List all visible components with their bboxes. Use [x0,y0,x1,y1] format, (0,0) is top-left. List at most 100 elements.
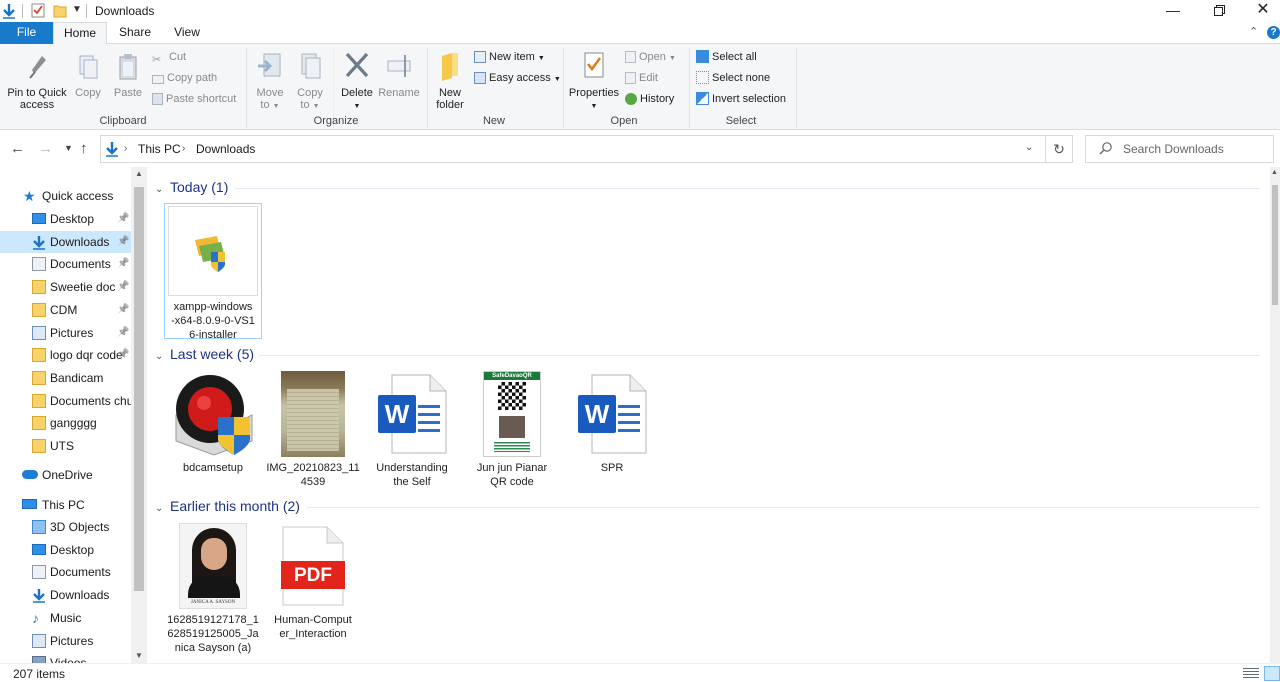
forward-arrow-icon[interactable]: → [38,140,53,157]
scroll-up-icon[interactable]: ▲ [135,169,143,178]
paste-button[interactable]: Paste [110,48,146,99]
nav-item-desktop[interactable]: Desktop [0,539,131,561]
file-name: Understanding the Self [376,462,448,488]
nav-item-sweetie-doc[interactable]: Sweetie doc 📌 [0,276,131,298]
move-to-button[interactable]: Move to ▼ [252,48,288,113]
details-view-icon[interactable] [1243,668,1259,679]
nav-item-3d-objects[interactable]: 3D Objects [0,516,131,538]
pin-to-quick-access-button[interactable]: Pin to Quick access [4,48,70,111]
close-button[interactable]: ✕ [1240,0,1280,22]
breadcrumb-downloads[interactable]: Downloads [196,142,255,156]
cut-button[interactable]: ✂ Cut [152,48,186,66]
divider [259,355,1260,356]
new-folder-quick-icon[interactable] [53,3,67,21]
breadcrumb-separator-icon[interactable]: › [124,143,127,154]
file-item-understanding-the-self[interactable]: W Understanding the Self [363,371,461,491]
nav-item-bandicam[interactable]: Bandicam [0,367,131,389]
file-item-human-computer-interaction[interactable]: PDF Human-Comput er_Interaction [264,523,362,643]
tab-home[interactable]: Home [53,22,107,45]
nav-item-music[interactable]: ♪ Music [0,607,131,629]
file-item-janica-sayson[interactable]: JANICA A. SAYSON 1628519127178_1 62851912… [164,523,262,659]
svg-text:W: W [385,399,410,429]
file-item-spr[interactable]: W SPR [563,371,661,491]
address-bar[interactable]: › This PC › Downloads ⌄ [100,135,1046,163]
edit-button[interactable]: Edit [625,69,658,87]
nav-item-cdm[interactable]: CDM 📌 [0,299,131,321]
rename-button[interactable]: Rename [378,48,420,99]
file-item-img-20210823[interactable]: IMG_20210823_11 4539 [264,371,362,491]
new-folder-button[interactable]: New folder [432,48,468,111]
nav-item-pictures[interactable]: Pictures 📌 [0,322,131,344]
copy-to-button[interactable]: Copy to ▼ [292,48,328,113]
properties-check-icon[interactable] [31,3,45,21]
history-button[interactable]: History [625,90,674,108]
file-item-qr-code[interactable]: SafeDavaoQR Jun jun Pianar QR code [463,371,561,491]
nav-item-documents[interactable]: Documents [0,561,131,583]
nav-onedrive[interactable]: OneDrive [0,464,131,486]
nav-scrollbar-thumb[interactable] [134,187,144,591]
collapse-chevron-icon[interactable]: ⌄ [155,503,167,514]
delete-button[interactable]: Delete ▼ [338,48,376,113]
refresh-button[interactable]: ↻ [1046,135,1073,163]
divider [86,4,87,18]
open-button[interactable]: Open ▼ [625,48,676,66]
recent-locations-chevron-icon[interactable]: ▼ [64,143,73,153]
divider [563,48,564,128]
tab-view[interactable]: View [163,22,211,44]
nav-item-downloads[interactable]: Downloads [0,584,131,606]
nav-item-documents-chu[interactable]: Documents chu [0,390,131,412]
nav-item-gangggg[interactable]: gangggg [0,412,131,434]
copy-button[interactable]: Copy [72,48,104,99]
back-arrow-icon[interactable]: ← [10,140,25,157]
quick-access-down-arrow-icon[interactable] [2,3,16,22]
minimize-button[interactable]: — [1150,0,1196,22]
up-arrow-icon[interactable]: ↑ [80,140,88,157]
breadcrumb-separator-icon[interactable]: › [182,143,185,154]
easy-access-button[interactable]: Easy access ▼ [474,69,561,87]
nav-quick-access[interactable]: ★ Quick access [0,185,131,207]
star-icon: ★ [23,188,36,204]
tab-share[interactable]: Share [109,22,161,44]
pin-icon: 📌 [117,349,130,361]
nav-item-downloads[interactable]: Downloads 📌 [0,230,131,253]
help-icon[interactable]: ? [1267,26,1280,39]
properties-button[interactable]: Properties ▼ [567,48,621,113]
tab-file[interactable]: File [0,22,53,44]
nav-item-desktop[interactable]: Desktop 📌 [0,208,131,230]
nav-item-logo-dqr-code[interactable]: logo dqr code 📌 [0,344,131,366]
nav-item-documents[interactable]: Documents 📌 [0,253,131,275]
address-history-chevron-icon[interactable]: ⌄ [1025,142,1033,153]
chevron-up-icon[interactable]: ⌃ [1249,25,1258,38]
select-none-button[interactable]: Select none [696,69,770,87]
search-input[interactable]: Search Downloads [1085,135,1274,163]
pin-label-1: Pin to Quick [7,87,67,99]
nav-scrollbar[interactable]: ▲ ▼ [131,167,147,663]
scroll-up-icon[interactable]: ▲ [1271,169,1278,176]
file-item-xampp[interactable]: xampp-windows -x64-8.0.9-0-VS1 6-installer [164,203,262,341]
breadcrumb-this-pc[interactable]: This PC [138,142,181,156]
restore-button[interactable] [1196,0,1242,22]
file-name: 1628519127178_1 628519125005_Ja nica Sayso… [167,614,259,654]
invert-selection-button[interactable]: Invert selection [696,90,786,108]
scroll-down-icon[interactable]: ▼ [135,651,143,660]
copy-path-button[interactable]: Copy path [152,69,217,87]
customize-quick-access-icon[interactable]: ▼ [72,4,82,15]
nav-this-pc[interactable]: This PC [0,494,131,516]
new-item-button[interactable]: New item ▼ [474,48,545,66]
file-name: SPR [600,462,624,474]
nav-item-uts[interactable]: UTS [0,435,131,457]
collapse-chevron-icon[interactable]: ⌄ [155,351,167,362]
group-header-today[interactable]: ⌄ Today (1) [155,179,228,199]
paste-shortcut-button[interactable]: Paste shortcut [152,90,236,108]
group-header-last-week[interactable]: ⌄ Last week (5) [155,346,254,366]
select-all-button[interactable]: Select all [696,48,757,66]
group-header-earlier-this-month[interactable]: ⌄ Earlier this month (2) [155,498,300,518]
content-scrollbar[interactable]: ▲ [1270,167,1280,663]
collapse-chevron-icon[interactable]: ⌄ [155,184,167,195]
file-item-bdcamsetup[interactable]: bdcamsetup [164,371,262,491]
large-icons-view-icon[interactable] [1264,666,1280,681]
nav-item-pictures[interactable]: Pictures [0,630,131,652]
content-scrollbar-thumb[interactable] [1272,185,1278,305]
dropdown-arrow-icon: ▼ [590,103,598,110]
nav-item-videos[interactable]: Videos [0,652,131,663]
